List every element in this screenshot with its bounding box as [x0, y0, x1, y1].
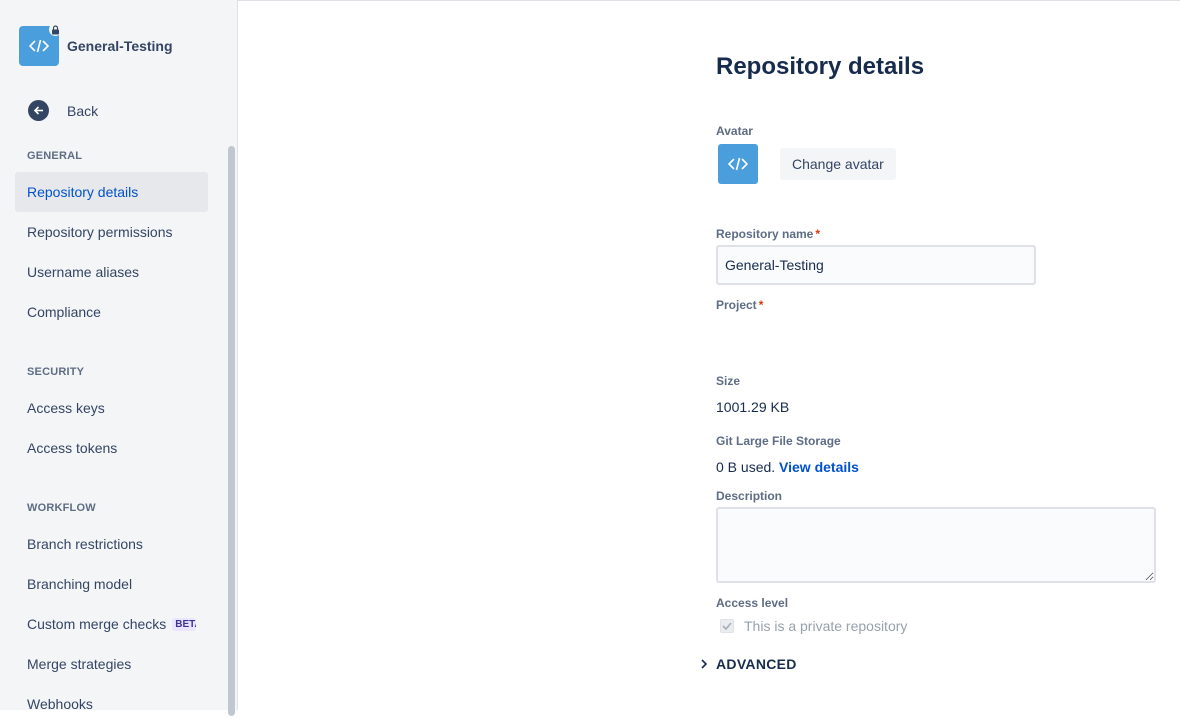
section-heading-workflow: WORKFLOW — [27, 502, 96, 514]
sidebar-item-access-tokens[interactable]: Access tokens — [15, 428, 208, 468]
size-value: 1001.29 KB — [716, 399, 790, 415]
sidebar-item-repository-details[interactable]: Repository details — [15, 172, 208, 212]
sidebar-item-custom-merge-checks[interactable]: Custom merge checks BETA — [15, 604, 208, 644]
sidebar-item-repository-permissions[interactable]: Repository permissions — [15, 212, 208, 252]
sidebar-item-webhooks[interactable]: Webhooks — [15, 684, 208, 724]
advanced-label: ADVANCED — [716, 656, 797, 672]
sidebar-item-branch-restrictions[interactable]: Branch restrictions — [15, 524, 208, 564]
lfs-value: 0 B used. View details — [716, 459, 859, 475]
private-repo-checkbox[interactable] — [720, 619, 734, 633]
back-label: Back — [67, 102, 99, 119]
sidebar-item-username-aliases[interactable]: Username aliases — [15, 252, 208, 292]
sidebar-item-branching-model[interactable]: Branching model — [15, 564, 208, 604]
section-heading-general: GENERAL — [27, 150, 83, 162]
repo-title: General-Testing — [67, 38, 173, 54]
sidebar: General-Testing Back GENERAL Repository … — [0, 0, 238, 716]
code-icon — [728, 157, 748, 171]
change-avatar-button[interactable]: Change avatar — [780, 148, 896, 180]
access-level-label: Access level — [716, 596, 789, 610]
size-label: Size — [716, 374, 741, 388]
lock-icon — [49, 23, 62, 36]
repo-avatar[interactable] — [19, 23, 62, 66]
arrow-left-icon — [28, 100, 49, 121]
advanced-toggle[interactable]: ADVANCED — [700, 656, 797, 672]
sidebar-item-merge-strategies[interactable]: Merge strategies — [15, 644, 208, 684]
required-mark: * — [815, 227, 821, 241]
code-icon — [29, 39, 49, 53]
project-label: Project * — [716, 298, 764, 312]
section-heading-security: SECURITY — [27, 366, 85, 378]
page-title: Repository details — [716, 53, 925, 80]
lfs-label: Git Large File Storage — [716, 434, 841, 448]
private-repo-label: This is a private repository — [744, 618, 908, 634]
sidebar-item-access-keys[interactable]: Access keys — [15, 388, 208, 428]
checkmark-icon — [722, 622, 732, 630]
sidebar-item-label: Custom merge checks — [27, 616, 167, 632]
view-details-link[interactable]: View details — [779, 459, 859, 475]
repo-name-input[interactable] — [716, 245, 1036, 285]
beta-badge: BETA — [172, 617, 197, 631]
back-button[interactable]: Back — [28, 100, 98, 121]
sidebar-scrollbar[interactable] — [228, 146, 235, 716]
description-label: Description — [716, 489, 783, 503]
required-mark: * — [758, 298, 764, 312]
sidebar-item-compliance[interactable]: Compliance — [15, 292, 208, 332]
avatar-label: Avatar — [716, 124, 753, 138]
repo-name-label: Repository name * — [716, 227, 821, 241]
repo-header[interactable]: General-Testing — [19, 23, 173, 66]
description-input[interactable] — [716, 507, 1156, 583]
private-repo-checkbox-row[interactable]: This is a private repository — [720, 618, 907, 634]
top-divider — [238, 0, 1180, 1]
repo-avatar-preview[interactable] — [718, 144, 758, 184]
chevron-right-icon — [701, 659, 708, 669]
